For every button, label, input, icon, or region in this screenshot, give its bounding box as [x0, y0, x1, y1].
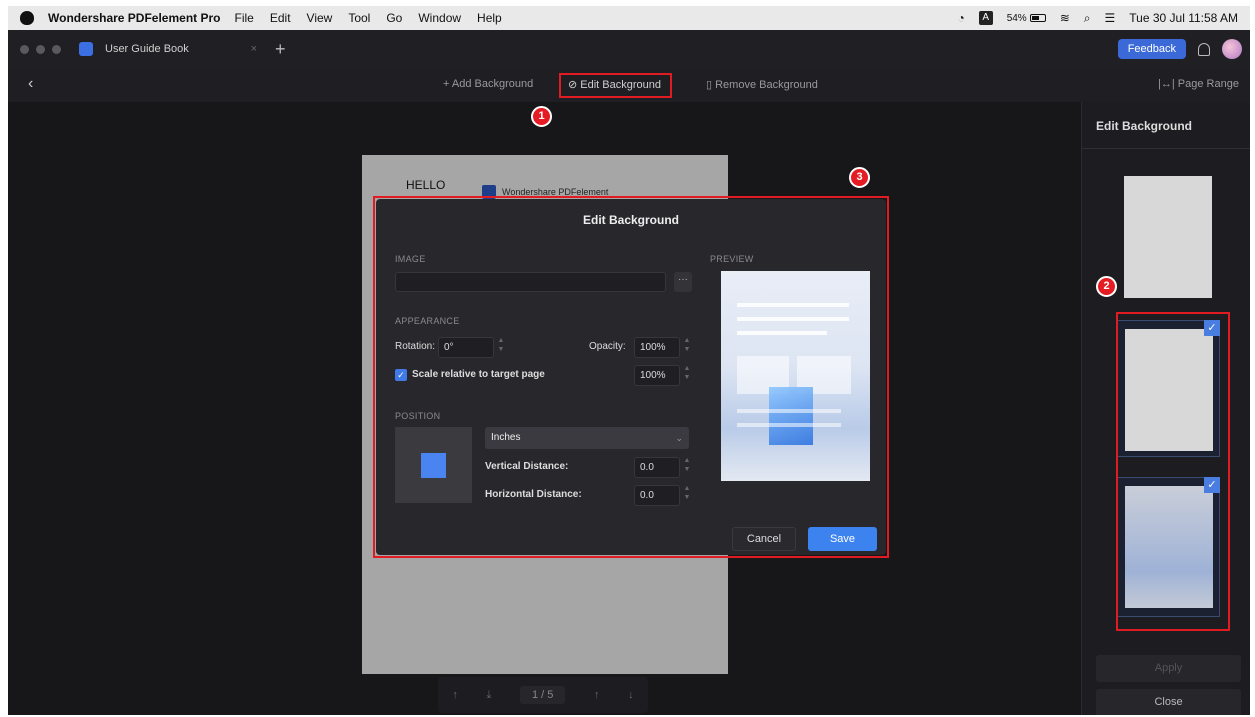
battery-icon [1029, 14, 1046, 22]
window-controls [20, 44, 61, 54]
menu-view[interactable]: View [307, 11, 333, 25]
next-page-icon[interactable]: ↑ [594, 689, 600, 701]
highlight-box-2 [1116, 312, 1230, 631]
clock[interactable]: Tue 30 Jul 11:58 AM [1129, 11, 1238, 25]
menu-go[interactable]: Go [386, 11, 402, 25]
menu-bar: Wondershare PDFelement Pro File Edit Vie… [8, 6, 1250, 30]
close-tab-icon[interactable]: × [251, 43, 257, 55]
page-range-button[interactable]: |↔| Page Range [1158, 78, 1239, 90]
tab-title: User Guide Book [105, 43, 189, 55]
back-button[interactable]: ‹ [28, 75, 33, 93]
new-tab-button[interactable]: + [275, 39, 286, 60]
menu-tool[interactable]: Tool [348, 11, 370, 25]
tabbar-actions: Feedback [1117, 39, 1242, 59]
app-menu[interactable]: Wondershare PDFelement Pro [48, 11, 221, 25]
close-window-button[interactable] [20, 44, 29, 54]
background-thumbnail-blank[interactable] [1124, 176, 1212, 298]
feedback-button[interactable]: Feedback [1117, 39, 1186, 59]
annotation-badge-1: 1 [531, 106, 552, 127]
highlight-box-3 [373, 196, 889, 558]
screen: Wondershare PDFelement Pro File Edit Vie… [8, 6, 1250, 715]
background-toolbar: ‹ + Add Background ⊘ Edit Background ▯ R… [8, 68, 1250, 102]
annotation-badge-2: 2 [1096, 276, 1117, 297]
remove-background-button[interactable]: ▯ Remove Background [706, 78, 818, 91]
pdfelement-icon [79, 42, 93, 56]
annotation-badge-3: 3 [849, 167, 870, 188]
minimize-window-button[interactable] [36, 44, 45, 54]
zoom-window-button[interactable] [52, 44, 61, 54]
menu-edit[interactable]: Edit [270, 11, 291, 25]
background-panel: Edit Background ✓ ✓ 2 Apply Close [1081, 102, 1250, 715]
page-number-field[interactable]: 1 / 5 [519, 686, 566, 704]
add-background-button[interactable]: + Add Background [443, 78, 533, 90]
document-tab[interactable]: User Guide Book × [79, 30, 267, 68]
menu-window[interactable]: Window [418, 11, 461, 25]
apple-icon[interactable] [20, 11, 34, 25]
battery-status[interactable]: 54% [1007, 13, 1046, 24]
wifi-icon[interactable]: ≋ [1060, 11, 1070, 25]
bell-icon[interactable] [1198, 42, 1210, 56]
time-machine-icon[interactable]: ◔ [957, 11, 964, 25]
spotlight-icon[interactable]: ⌕ [1084, 11, 1091, 26]
apply-button[interactable]: Apply [1096, 655, 1241, 682]
first-page-icon[interactable]: ↑ [452, 689, 458, 701]
control-center-icon[interactable]: ☰ [1105, 11, 1116, 25]
status-area: ◔ A 54% ≋ ⌕ ☰ Tue 30 Jul 11:58 AM [957, 11, 1238, 26]
prev-page-icon[interactable]: ⤓ [486, 689, 491, 702]
panel-title: Edit Background [1096, 119, 1193, 133]
close-button[interactable]: Close [1096, 689, 1241, 715]
avatar[interactable] [1222, 39, 1242, 59]
input-source-icon[interactable]: A [978, 11, 993, 25]
last-page-icon[interactable]: ↓ [628, 689, 634, 701]
menu-help[interactable]: Help [477, 11, 502, 25]
page-heading: HELLO [406, 178, 446, 192]
menu-file[interactable]: File [235, 11, 254, 25]
tab-bar: User Guide Book × + Feedback [8, 30, 1250, 68]
battery-percent: 54% [1006, 12, 1027, 24]
page-navigator: ↑ ⤓ 1 / 5 ↑ ↓ [438, 677, 648, 713]
panel-divider [1082, 148, 1250, 149]
highlight-box-1 [559, 73, 672, 98]
